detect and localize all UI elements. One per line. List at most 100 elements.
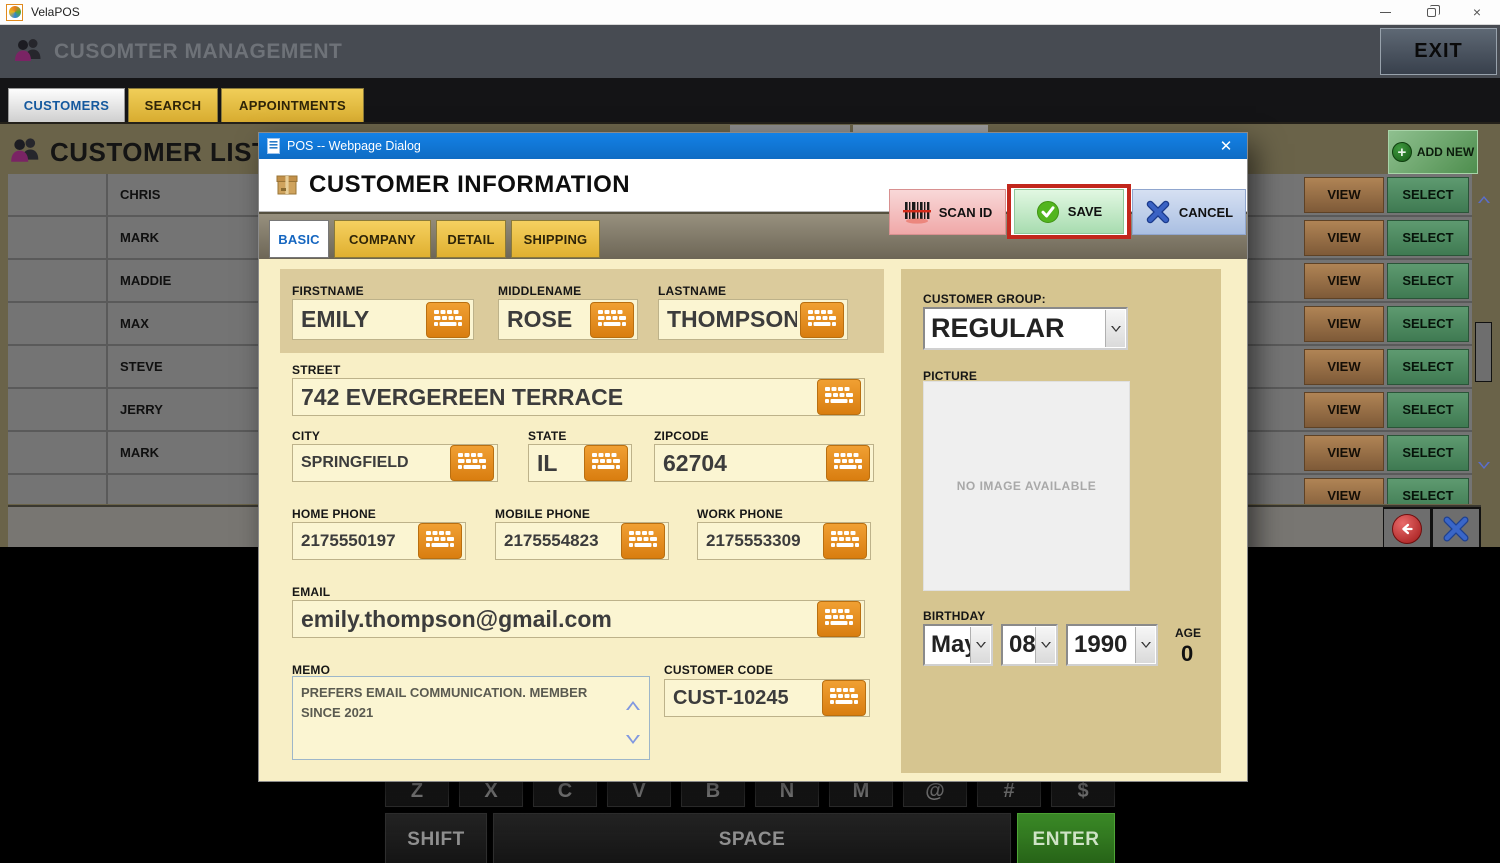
key-shift[interactable]: SHIFT (384, 812, 488, 863)
tab-detail[interactable]: DETAIL (436, 220, 506, 258)
picture-placeholder: NO IMAGE AVAILABLE (923, 381, 1130, 591)
lastname-input[interactable]: THOMPSON (658, 299, 848, 340)
city-label: CITY (292, 429, 320, 443)
keyboard-icon[interactable] (426, 302, 470, 338)
select-button[interactable]: SELECT (1387, 392, 1469, 428)
customer-code-label: CUSTOMER CODE (664, 663, 773, 677)
page-title: CUSOMTER MANAGEMENT (54, 40, 342, 64)
street-input[interactable]: 742 EVERGEREEN TERRACE (292, 378, 865, 416)
keyboard-icon[interactable] (800, 302, 844, 338)
memo-scroll-down-icon[interactable] (626, 735, 640, 744)
view-button[interactable]: VIEW (1304, 306, 1384, 342)
photo-cell (8, 260, 108, 301)
email-input[interactable]: emily.thompson@gmail.com (292, 600, 865, 638)
birthday-year-select[interactable]: 1990 (1066, 624, 1158, 666)
chevron-down-icon[interactable] (1105, 310, 1125, 347)
scrollbar-thumb[interactable] (1475, 322, 1492, 382)
customer-information-dialog: POS -- Webpage Dialog ✕ CUSTOMER INFORMA… (258, 132, 1248, 782)
select-button[interactable]: SELECT (1387, 349, 1469, 385)
keyboard-icon[interactable] (817, 601, 861, 637)
tab-appointments[interactable]: APPOINTMENTS (221, 88, 364, 122)
view-button[interactable]: VIEW (1304, 263, 1384, 299)
key-space[interactable]: SPACE (492, 812, 1012, 863)
keyboard-icon[interactable] (418, 523, 462, 559)
state-label: STATE (528, 429, 567, 443)
mobile-phone-input[interactable]: 2175554823 (495, 522, 669, 560)
table-scrollbar[interactable] (1474, 174, 1494, 504)
keyboard-icon[interactable] (584, 445, 628, 481)
customer-code-input[interactable]: CUST-10245 (664, 679, 870, 717)
blue-x-icon (1441, 514, 1471, 544)
birthday-month-select[interactable]: May (923, 624, 993, 666)
view-button[interactable]: VIEW (1304, 478, 1384, 505)
view-button[interactable]: VIEW (1304, 392, 1384, 428)
tab-customers[interactable]: CUSTOMERS (8, 88, 125, 122)
key-enter[interactable]: ENTER (1016, 812, 1116, 863)
state-input[interactable]: IL (528, 444, 632, 482)
save-button[interactable]: SAVE (1014, 189, 1124, 234)
chevron-down-icon[interactable] (1035, 627, 1055, 663)
view-button[interactable]: VIEW (1304, 177, 1384, 213)
memo-scroll-up-icon[interactable] (626, 701, 640, 710)
select-button[interactable]: SELECT (1387, 435, 1469, 471)
close-button[interactable]: × (1454, 0, 1500, 24)
zipcode-input[interactable]: 62704 (654, 444, 874, 482)
tab-shipping[interactable]: SHIPPING (511, 220, 600, 258)
dialog-heading: CUSTOMER INFORMATION (309, 171, 630, 199)
photo-cell (8, 432, 108, 473)
age-value: 0 (1181, 641, 1193, 667)
chevron-down-icon[interactable] (1135, 627, 1155, 663)
maximize-button[interactable] (1408, 0, 1454, 24)
tab-company[interactable]: COMPANY (334, 220, 431, 258)
view-button[interactable]: VIEW (1304, 220, 1384, 256)
middlename-input[interactable]: ROSE (498, 299, 638, 340)
select-button[interactable]: SELECT (1387, 220, 1469, 256)
exit-button[interactable]: EXIT (1380, 28, 1497, 75)
select-button[interactable]: SELECT (1387, 306, 1469, 342)
select-button[interactable]: SELECT (1387, 263, 1469, 299)
keyboard-icon[interactable] (450, 445, 494, 481)
firstname-input[interactable]: EMILY (292, 299, 474, 340)
back-button[interactable] (1383, 507, 1432, 551)
home-phone-input[interactable]: 2175550197 (292, 522, 466, 560)
work-phone-input[interactable]: 2175553309 (697, 522, 871, 560)
select-button[interactable]: SELECT (1387, 478, 1469, 505)
scan-id-button[interactable]: SCAN ID (889, 189, 1006, 235)
keyboard-icon[interactable] (826, 445, 870, 481)
chevron-down-icon[interactable] (970, 627, 990, 663)
keyboard-icon[interactable] (590, 302, 634, 338)
mobile-phone-label: MOBILE PHONE (495, 507, 590, 521)
document-icon (267, 138, 280, 154)
check-circle-icon (1036, 200, 1060, 224)
add-new-button[interactable]: + ADD NEW (1388, 130, 1478, 174)
birthday-day-select[interactable]: 08 (1001, 624, 1058, 666)
customer-list-icon (8, 135, 42, 169)
nav-tabbar: CUSTOMERS SEARCH APPOINTMENTS (0, 78, 1500, 122)
memo-textarea[interactable]: PREFERS EMAIL COMMUNICATION. MEMBER SINC… (292, 676, 650, 760)
view-button[interactable]: VIEW (1304, 435, 1384, 471)
keyboard-icon[interactable] (822, 680, 866, 716)
photo-cell (8, 389, 108, 430)
dialog-close-icon[interactable]: ✕ (1213, 137, 1239, 155)
photo-cell (8, 303, 108, 344)
keyboard-icon[interactable] (823, 523, 867, 559)
view-button[interactable]: VIEW (1304, 349, 1384, 385)
keyboard-icon[interactable] (621, 523, 665, 559)
email-label: EMAIL (292, 585, 330, 599)
scroll-down-icon[interactable] (1478, 462, 1490, 469)
photo-cell (8, 174, 108, 215)
select-button[interactable]: SELECT (1387, 177, 1469, 213)
plus-icon: + (1392, 142, 1412, 162)
dialog-title: POS -- Webpage Dialog (287, 139, 421, 153)
cancel-button[interactable]: CANCEL (1132, 189, 1246, 235)
customer-group-select[interactable]: REGULAR (923, 307, 1128, 350)
memo-label: MEMO (292, 663, 330, 677)
tab-basic[interactable]: BASIC (269, 220, 329, 258)
scroll-up-icon[interactable] (1478, 196, 1490, 203)
tab-search[interactable]: SEARCH (128, 88, 218, 122)
close-list-button[interactable] (1432, 507, 1481, 551)
app-header: CUSOMTER MANAGEMENT EXIT (0, 25, 1500, 78)
minimize-button[interactable] (1362, 0, 1408, 24)
city-input[interactable]: SPRINGFIELD (292, 444, 498, 482)
keyboard-icon[interactable] (817, 379, 861, 415)
